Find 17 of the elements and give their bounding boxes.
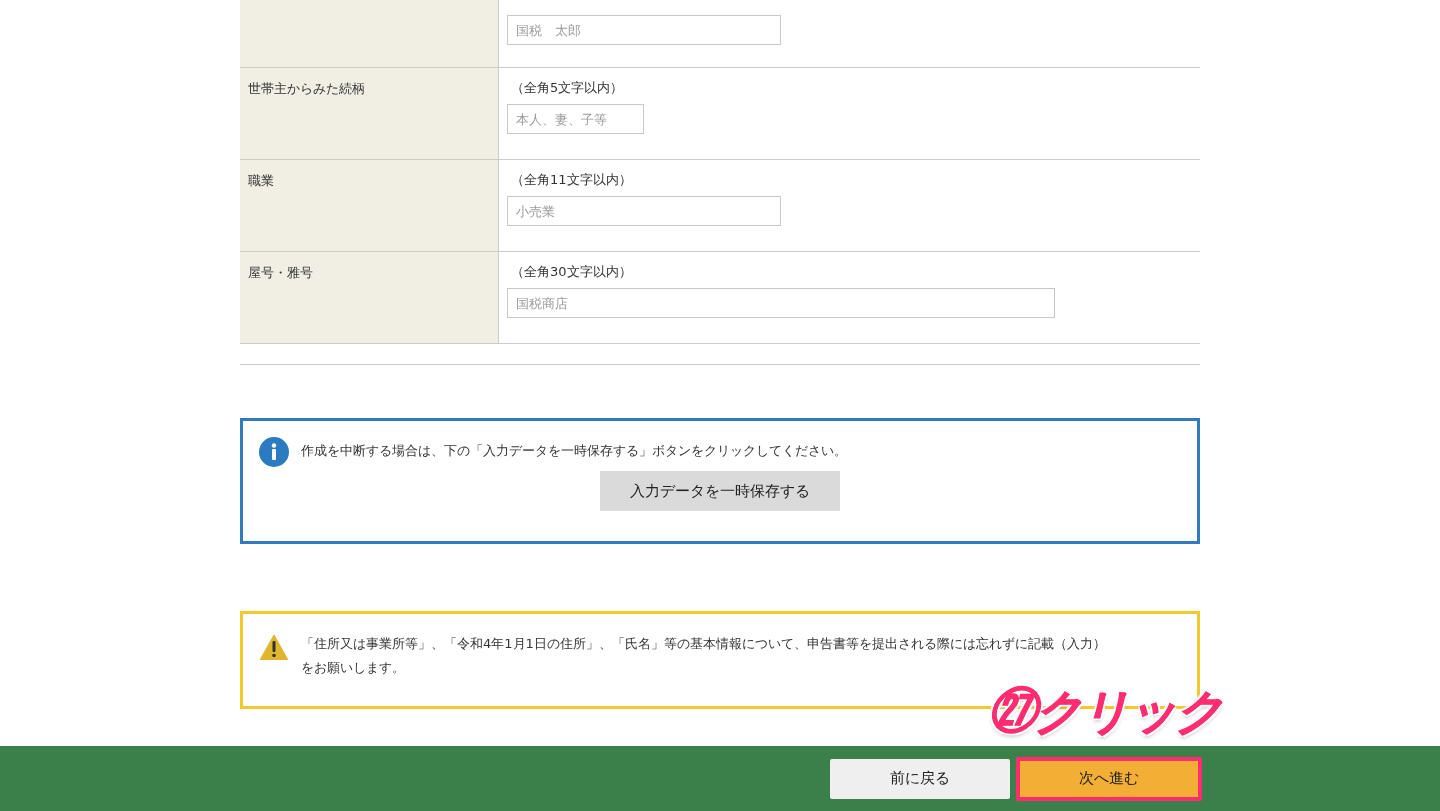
back-button[interactable]: 前に戻る [830, 758, 1010, 799]
input-field[interactable]: 本人、妻、子等 [507, 104, 644, 134]
label-cell: 職業 [240, 160, 499, 251]
next-button[interactable]: 次へ進む [1016, 756, 1202, 801]
warning-icon [259, 632, 289, 662]
info-icon [259, 437, 289, 467]
info-message: 作成を中断する場合は、下の「入力データを一時保存する」ボタンをクリックしてください。 [301, 442, 847, 460]
label-cell: 屋号・雅号 [240, 252, 499, 343]
warning-message: 「住所又は事業所等」、「令和4年1月1日の住所」、「氏名」等の基本情報について、申告書等を提出される際には忘れずに記載（入力）をお願いします。 [301, 635, 1106, 677]
save-button[interactable]: 入力データを一時保存する [600, 471, 840, 511]
hint-text: （全角5文字以内） [511, 80, 625, 96]
input-field[interactable]: 国税 太郎 [507, 15, 781, 45]
input-field[interactable]: 国税商店 [507, 288, 1055, 318]
input-field[interactable]: 小売業 [507, 196, 781, 226]
label-cell: 世帯主からみた続柄 [240, 68, 499, 159]
hint-text: （全角11文字以内） [511, 172, 633, 188]
hint-text: （全角30文字以内） [511, 264, 633, 280]
